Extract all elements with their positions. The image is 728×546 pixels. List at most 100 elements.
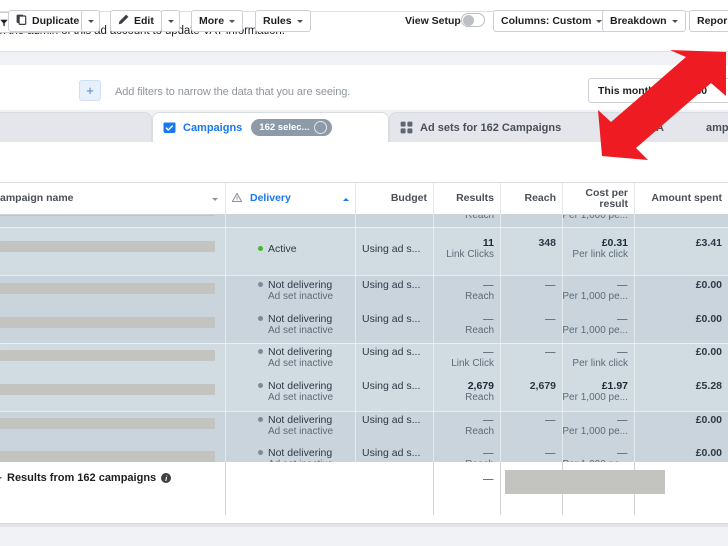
toggle-knob xyxy=(463,15,474,26)
column-header-amount-spent-label: Amount spent xyxy=(651,192,722,205)
cell-budget: Using ad s... xyxy=(362,279,421,291)
column-header-results[interactable]: Results xyxy=(433,183,500,215)
cell-reach: — xyxy=(545,447,556,459)
duplicate-dropdown-button[interactable] xyxy=(81,10,100,32)
table-row[interactable]: Reach Per 1,000 pe... xyxy=(0,215,728,227)
edit-button[interactable]: Edit xyxy=(110,10,162,32)
cell-results: — Link Click xyxy=(433,346,494,369)
cell-amount-spent: £0.00 xyxy=(695,447,722,459)
cell-cost-per-result-sub: Per 1,000 pe... xyxy=(562,426,628,437)
selected-count-label: 162 selec... xyxy=(259,122,310,133)
breakdown-button[interactable]: Breakdown xyxy=(602,10,686,32)
more-button[interactable]: More xyxy=(191,10,244,32)
redacted-campaign-name xyxy=(0,317,215,328)
cell-cost-per-result-value: £1.97 xyxy=(601,380,628,392)
cell-results-value: — xyxy=(483,313,494,325)
summary-label: Results from 162 campaigns i xyxy=(0,472,172,484)
cell-delivery-label: Not delivering xyxy=(268,414,333,426)
tab-strip: t overview Campaigns 162 selec... xyxy=(0,110,728,142)
cell-delivery-sub: Ad set inactive xyxy=(268,325,334,336)
view-setup-label: View Setup xyxy=(405,15,461,27)
tab-ads-label-2: ampaig xyxy=(705,121,728,134)
cell-cost-per-result-sub: Per 1,000 pe... xyxy=(562,392,628,403)
duplicate-button[interactable]: Duplicate xyxy=(8,10,88,32)
row-divider xyxy=(0,411,728,412)
add-filter-button[interactable]: + xyxy=(79,80,101,101)
row-divider xyxy=(0,275,728,276)
edit-dropdown-button[interactable] xyxy=(161,10,180,32)
cell-cost-per-result-sub: Per 1,000 pe... xyxy=(562,291,628,302)
tab-account-overview[interactable]: t overview xyxy=(0,112,152,142)
column-header-reach-label: Reach xyxy=(524,192,556,205)
redacted-campaign-name xyxy=(0,451,215,462)
redacted-summary-values xyxy=(505,470,665,494)
ads-icon xyxy=(636,121,649,134)
close-icon[interactable] xyxy=(314,121,328,134)
columns-button[interactable]: Columns: Custom xyxy=(493,10,611,32)
date-range-selector[interactable]: This month: 1 Sept 30 xyxy=(588,78,728,103)
column-header-cost-per-result[interactable]: Cost per result xyxy=(562,183,634,215)
cell-budget: Using ad s... xyxy=(362,313,421,325)
cell-results-sub: Reach xyxy=(465,291,494,302)
cell-delivery-label: Active xyxy=(268,243,297,255)
view-setup-toggle[interactable] xyxy=(461,13,485,27)
duplicate-icon xyxy=(16,14,27,28)
cell-cost-per-result: — Per 1,000 pe... xyxy=(562,279,628,302)
table-summary-row: Results from 162 campaigns i — xyxy=(0,462,728,515)
column-header-reach[interactable]: Reach xyxy=(500,183,562,215)
cell-delivery: Not delivering Ad set inactive xyxy=(258,380,353,403)
campaigns-icon xyxy=(163,121,176,134)
selected-count-pill[interactable]: 162 selec... xyxy=(251,119,333,136)
redacted-campaign-name xyxy=(0,241,215,252)
warning-icon xyxy=(231,192,243,206)
cell-amount-spent: £0.00 xyxy=(695,279,722,291)
cell-cost-per-result: £1.97 Per 1,000 pe... xyxy=(562,380,628,403)
cell-reach: 2,679 xyxy=(529,380,556,392)
cell-results: 2,679 Reach xyxy=(433,380,494,403)
cell-delivery: Not delivering Ad set inactive xyxy=(258,447,353,462)
summary-results-value: — xyxy=(483,473,494,485)
status-dot-off xyxy=(258,281,263,287)
cell-results-value: — xyxy=(483,414,494,426)
column-header-amount-spent[interactable]: Amount spent xyxy=(634,183,728,215)
cell-delivery: Not delivering Ad set inactive xyxy=(258,313,353,336)
tab-ad-sets[interactable]: Ad sets for 162 Campaigns xyxy=(389,112,625,142)
table-header-row: ampaign name Delivery Budget Results Rea… xyxy=(0,183,728,215)
column-divider xyxy=(433,462,434,515)
status-dot-off xyxy=(258,315,263,321)
column-header-budget[interactable]: Budget xyxy=(355,183,433,215)
tab-ad-sets-label: Ad sets for 162 Campaigns xyxy=(420,121,562,134)
chevron-up-icon xyxy=(343,197,349,201)
column-header-delivery[interactable]: Delivery xyxy=(225,183,355,215)
bottom-bar xyxy=(0,523,728,546)
table-body: Reach Per 1,000 pe... Active Using ad s.… xyxy=(0,215,728,462)
cell-reach: — xyxy=(545,346,556,358)
cell-results-value: 2,679 xyxy=(467,380,494,392)
tab-campaigns-label: Campaigns xyxy=(183,121,243,134)
cell-reach: — xyxy=(545,414,556,426)
cell-results-sub: Reach xyxy=(465,426,494,437)
info-icon[interactable]: i xyxy=(161,473,172,483)
cell-cost-per-result-value: — xyxy=(617,414,628,426)
tab-ads[interactable]: A ampaig xyxy=(625,112,728,142)
banner-gap xyxy=(0,53,728,65)
cell-cost-per-result-sub: Per 1,000 pe... xyxy=(562,215,628,221)
cell-cost-per-result: Per 1,000 pe... xyxy=(562,215,628,221)
cell-delivery: Active xyxy=(258,243,353,255)
column-header-results-label: Results xyxy=(456,192,494,205)
cell-cost-per-result-value: £0.31 xyxy=(601,237,628,249)
redacted-campaign-name xyxy=(0,215,215,216)
cell-cost-per-result: — Per link click xyxy=(562,346,628,369)
filter-placeholder-text[interactable]: Add filters to narrow the data that you … xyxy=(115,86,350,98)
cell-delivery-label: Not delivering xyxy=(268,346,333,358)
column-header-campaign-name[interactable]: ampaign name xyxy=(0,183,224,215)
column-divider xyxy=(500,462,501,515)
reports-button[interactable]: Repor xyxy=(689,10,728,32)
campaigns-table: ampaign name Delivery Budget Results Rea… xyxy=(0,183,728,523)
cell-delivery-sub: Ad set inactive xyxy=(268,291,334,302)
cell-cost-per-result-value: — xyxy=(617,447,628,459)
rules-button[interactable]: Rules xyxy=(255,10,311,32)
tab-campaigns[interactable]: Campaigns 162 selec... xyxy=(152,112,389,142)
cell-delivery-label: Not delivering xyxy=(268,279,333,291)
column-header-budget-label: Budget xyxy=(390,192,427,205)
